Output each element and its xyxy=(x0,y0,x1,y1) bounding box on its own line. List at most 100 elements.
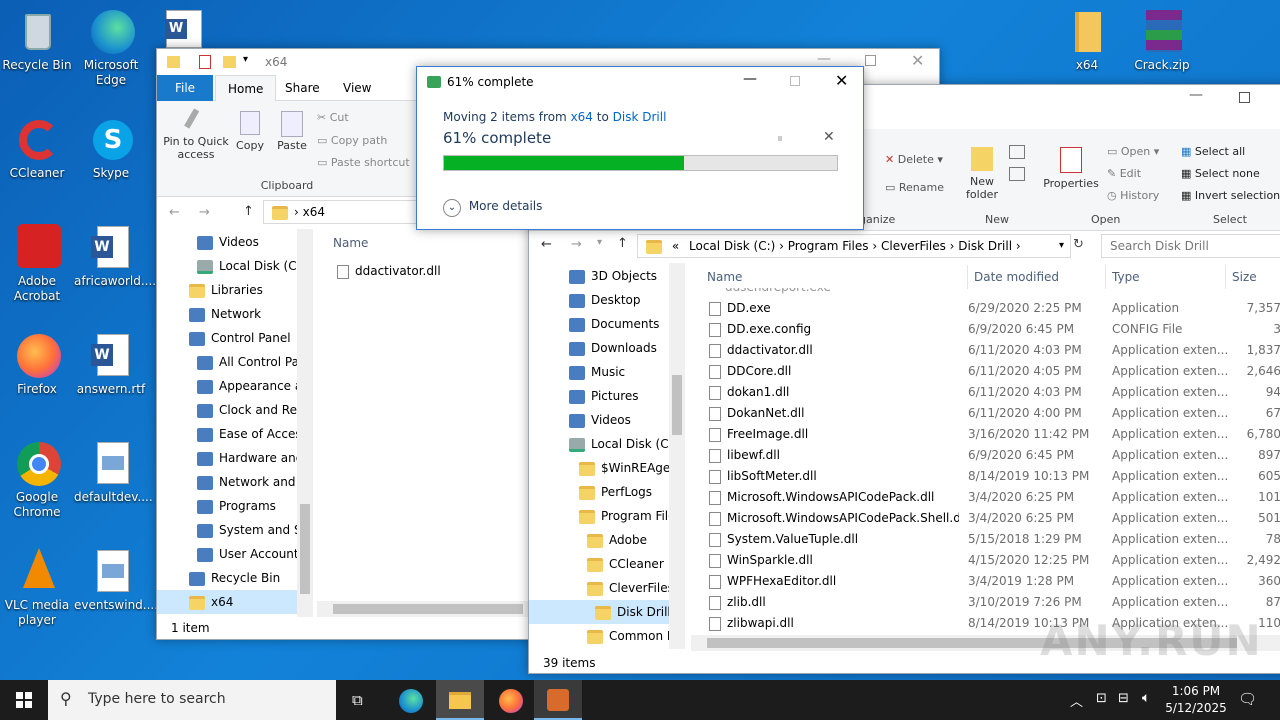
column-type[interactable]: Type xyxy=(1105,265,1140,289)
column-size[interactable]: Size xyxy=(1225,265,1257,289)
forward-button[interactable]: → xyxy=(571,237,582,252)
desktop-icon-x64[interactable]: x64 xyxy=(1050,8,1124,73)
cancel-icon[interactable]: ✕ xyxy=(823,129,835,145)
tree-item-cleverfiles[interactable]: CleverFiles xyxy=(587,576,674,600)
desktop-icon-skype[interactable]: S Skype xyxy=(74,116,148,181)
tree-item-libraries[interactable]: Libraries xyxy=(189,278,263,302)
desktop-icon-crack-zip[interactable]: Crack.zip xyxy=(1125,8,1199,73)
tree-item-ease[interactable]: Ease of Access xyxy=(197,422,297,446)
tree-scrollbar[interactable] xyxy=(669,263,685,649)
tree-item-programs[interactable]: Programs xyxy=(197,494,297,518)
taskbar-file-explorer[interactable] xyxy=(436,680,484,720)
tree-item-x64[interactable]: x64 xyxy=(157,590,297,614)
tree-item-3d-objects[interactable]: 3D Objects xyxy=(569,264,657,288)
tree-item-perflogs[interactable]: PerfLogs xyxy=(579,480,652,504)
copy-button[interactable]: Copy xyxy=(233,111,267,152)
tree-item-ccleaner[interactable]: CCleaner xyxy=(587,552,664,576)
tree-item-common-files[interactable]: Common Fi xyxy=(587,624,669,648)
tree-item-network-internet[interactable]: Network and Ir xyxy=(197,470,297,494)
tab-view[interactable]: View xyxy=(331,75,383,101)
up-button[interactable]: ↑ xyxy=(617,236,628,251)
destination-link[interactable]: Disk Drill xyxy=(613,110,667,124)
chevron-down-icon[interactable]: ▾ xyxy=(1059,235,1064,257)
breadcrumb-disk-drill[interactable]: Disk Drill xyxy=(958,239,1012,253)
tree-item-adobe[interactable]: Adobe xyxy=(587,528,647,552)
desktop-icon-africaworld[interactable]: W africaworld.... xyxy=(74,224,156,289)
back-button[interactable]: ← xyxy=(541,237,552,252)
minimize-button[interactable]: — xyxy=(817,51,831,67)
close-button[interactable]: ✕ xyxy=(911,51,924,70)
pin-quick-access-button[interactable]: Pin to Quick access xyxy=(163,108,229,161)
desktop-icon-ccleaner[interactable]: CCleaner xyxy=(0,116,74,181)
tree-item-local-disk[interactable]: Local Disk (C:) xyxy=(197,254,305,278)
desktop-icon-defaultdev[interactable]: defaultdev.... xyxy=(74,440,153,505)
chevron-down-icon[interactable]: ▾ xyxy=(243,54,248,65)
horizontal-scrollbar[interactable] xyxy=(317,601,529,617)
tree-item-disk-drill[interactable]: Disk Drill xyxy=(529,600,669,624)
rename-button[interactable]: ▭ Rename xyxy=(885,181,944,194)
clock[interactable]: 1:06 PM 5/12/2025 xyxy=(1164,683,1228,717)
tree-item-videos[interactable]: Videos xyxy=(197,230,259,254)
tree-item-music[interactable]: Music xyxy=(569,360,625,384)
copy-path-button[interactable]: ▭ Copy path xyxy=(317,134,387,147)
task-view-button[interactable]: ⧉ xyxy=(336,680,384,720)
network-tray-icon[interactable]: ⊡ xyxy=(1096,691,1107,706)
tab-share[interactable]: Share xyxy=(273,75,332,101)
history-button[interactable]: ◷ History xyxy=(1107,189,1159,202)
network-icon[interactable]: ⊟ xyxy=(1118,691,1129,706)
new-folder-icon[interactable] xyxy=(223,56,236,68)
maximize-button[interactable] xyxy=(865,55,876,66)
tree-item-videos[interactable]: Videos xyxy=(569,408,631,432)
search-input[interactable]: Search Disk Drill xyxy=(1101,234,1280,258)
breadcrumb-cleverfiles[interactable]: CleverFiles xyxy=(881,239,946,253)
breadcrumb-local-disk[interactable]: Local Disk (C:) xyxy=(689,239,775,253)
notifications-icon[interactable]: 🗨︎ xyxy=(1238,690,1257,708)
tree-scrollbar[interactable] xyxy=(297,229,313,617)
tab-file[interactable]: File xyxy=(157,75,213,101)
minimize-button[interactable]: — xyxy=(743,71,757,87)
column-name[interactable]: Name xyxy=(707,265,742,289)
paste-shortcut-button[interactable]: ▭ Paste shortcut xyxy=(317,156,410,169)
column-name[interactable]: Name xyxy=(333,231,368,255)
volume-icon[interactable]: 🔈︎ xyxy=(1142,690,1150,706)
tree-item-clock[interactable]: Clock and Regi xyxy=(197,398,297,422)
new-folder-button[interactable]: New folder xyxy=(961,147,1003,201)
file-operation-dialog[interactable]: 61% complete — ✕ Moving 2 items from x64… xyxy=(416,66,864,230)
pause-icon[interactable]: ⏸ xyxy=(777,131,783,146)
taskbar-app[interactable] xyxy=(534,680,582,720)
tree-item-control-panel[interactable]: Control Panel xyxy=(189,326,291,350)
properties-button[interactable]: Properties xyxy=(1041,147,1101,190)
properties-icon[interactable] xyxy=(199,55,211,69)
scroll-thumb[interactable] xyxy=(333,604,523,614)
scroll-thumb[interactable] xyxy=(300,504,310,594)
refresh-icon[interactable]: ↻ xyxy=(1073,237,1084,252)
recent-dropdown[interactable]: ▾ xyxy=(597,237,602,248)
delete-button[interactable]: ✕ Delete ▾ xyxy=(885,153,943,166)
breadcrumb-program-files[interactable]: Program Files xyxy=(788,239,869,253)
new-item-icon[interactable] xyxy=(1009,145,1025,159)
desktop-icon-eventswind[interactable]: eventswind.... xyxy=(74,548,158,613)
desktop-icon-acrobat[interactable]: Adobe Acrobat xyxy=(0,224,74,304)
paste-button[interactable]: Paste xyxy=(275,111,309,152)
tree-item-hardware[interactable]: Hardware and xyxy=(197,446,297,470)
select-none-button[interactable]: ▦ Select none xyxy=(1181,167,1260,180)
tree-item-local-disk[interactable]: Local Disk (C:) xyxy=(569,432,677,456)
tree-item-desktop[interactable]: Desktop xyxy=(569,288,641,312)
tree-item-appearance[interactable]: Appearance an xyxy=(197,374,297,398)
close-button[interactable]: ✕ xyxy=(835,71,848,90)
tree-item-documents[interactable]: Documents xyxy=(569,312,659,336)
tree-item-downloads[interactable]: Downloads xyxy=(569,336,657,360)
up-button[interactable]: ↑ xyxy=(243,204,254,219)
desktop-icon-answern[interactable]: W answern.rtf xyxy=(74,332,148,397)
open-button[interactable]: ▭ Open ▾ xyxy=(1107,145,1159,158)
start-button[interactable] xyxy=(0,680,48,720)
address-bar[interactable]: « Local Disk (C:) › Program Files › Clev… xyxy=(637,234,1071,258)
chevron-up-icon[interactable]: ︿ xyxy=(1070,691,1083,710)
breadcrumb-overflow[interactable]: « xyxy=(672,239,679,253)
tree-item-winreagent[interactable]: $WinREAgent xyxy=(579,456,669,480)
column-date[interactable]: Date modified xyxy=(967,265,1059,289)
taskbar-firefox[interactable] xyxy=(486,680,534,720)
maximize-button[interactable] xyxy=(790,76,800,86)
cut-button[interactable]: ✂ Cut xyxy=(317,111,349,124)
desktop-icon-edge[interactable]: Microsoft Edge xyxy=(74,8,148,88)
